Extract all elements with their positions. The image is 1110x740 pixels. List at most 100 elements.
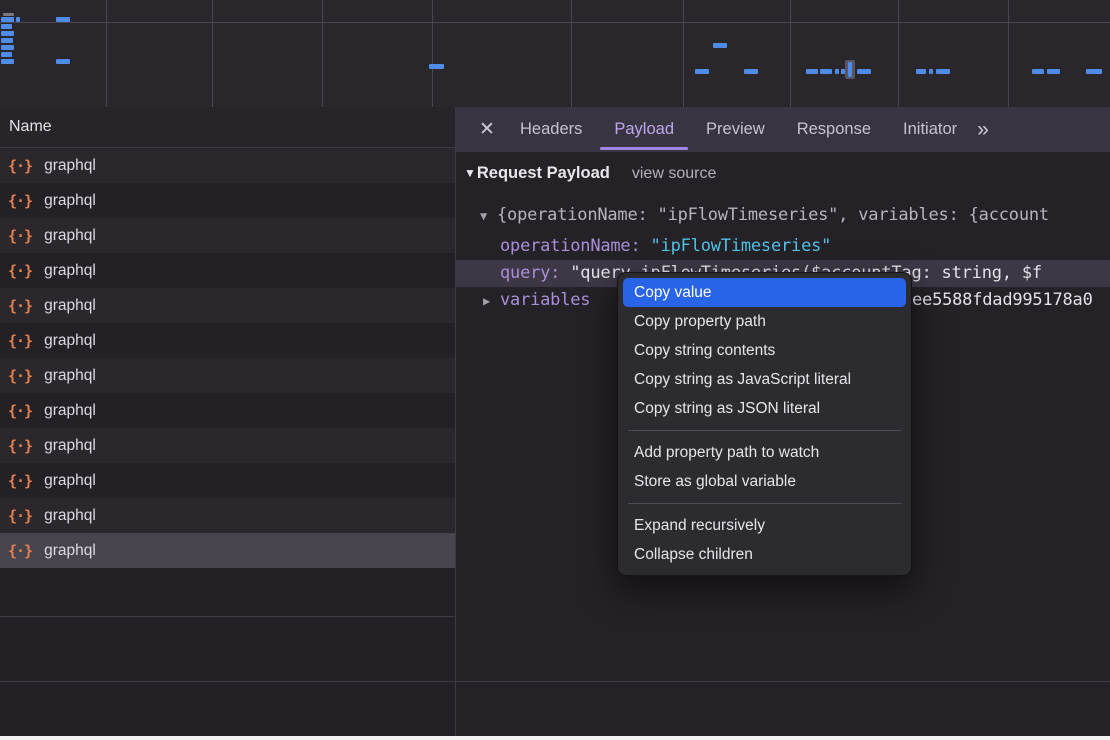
property-key: query: <box>500 263 560 283</box>
request-row[interactable]: {·} graphql <box>0 183 455 218</box>
request-row[interactable]: {·} graphql <box>0 148 455 183</box>
timeline-request-bar <box>1 38 13 43</box>
request-row[interactable]: {·} graphql <box>0 358 455 393</box>
tab-label: Preview <box>706 120 765 138</box>
json-resource-icon: {·} <box>8 507 32 525</box>
json-resource-icon: {·} <box>8 297 32 315</box>
section-collapse-icon[interactable]: ▼ <box>464 166 476 180</box>
timeline-request-bar <box>695 69 709 74</box>
devtools-network-panel: Name {·} graphql {·} graphql {·} graphql {·} gr… <box>0 0 1110 740</box>
menu-separator <box>628 430 901 431</box>
request-row[interactable]: {·} graphql <box>0 218 455 253</box>
menu-item-copy-value[interactable]: Copy value <box>623 278 906 307</box>
timeline-request-bar <box>929 69 933 74</box>
menu-item-copy-string-as-javascript-literal[interactable]: Copy string as JavaScript literal <box>618 365 911 394</box>
request-name: graphql <box>44 192 96 210</box>
menu-item-copy-string-contents[interactable]: Copy string contents <box>618 336 911 365</box>
timeline-request-bar <box>16 17 20 22</box>
variables-value-fragment: ee5588fdad995178a0 <box>912 287 1093 314</box>
payload-root-preview: {operationName: "ipFlowTimeseries", vari… <box>497 205 1049 225</box>
timeline-request-bar <box>916 69 926 74</box>
timeline-request-bar <box>3 13 14 16</box>
json-resource-icon: {·} <box>8 472 32 490</box>
tab-label: Response <box>797 120 871 138</box>
request-name: graphql <box>44 262 96 280</box>
tab-headers[interactable]: Headers <box>504 107 598 152</box>
request-name: graphql <box>44 472 96 490</box>
request-row[interactable]: {·} graphql <box>0 498 455 533</box>
payload-operation-name-row[interactable]: operationName: "ipFlowTimeseries" <box>456 233 1110 260</box>
request-row[interactable]: {·} graphql <box>0 463 455 498</box>
context-menu: Copy valueCopy property pathCopy string … <box>617 272 912 576</box>
timeline-gridline <box>106 0 107 107</box>
pane-divider[interactable] <box>455 682 456 736</box>
json-resource-icon: {·} <box>8 332 32 350</box>
request-name: graphql <box>44 542 96 560</box>
tab-payload[interactable]: Payload <box>598 107 690 152</box>
menu-item-collapse-children[interactable]: Collapse children <box>618 540 911 569</box>
timeline-gridline <box>898 0 899 107</box>
request-name: graphql <box>44 367 96 385</box>
menu-item-store-as-global-variable[interactable]: Store as global variable <box>618 467 911 496</box>
more-tabs-icon[interactable]: » <box>977 118 987 142</box>
tab-label: Initiator <box>903 120 957 138</box>
timeline-gridline <box>212 0 213 107</box>
timeline-request-bar <box>1 17 14 22</box>
json-resource-icon: {·} <box>8 542 32 560</box>
timeline-request-bar <box>1 59 14 64</box>
network-overview-timeline[interactable] <box>0 0 1110 107</box>
request-name: graphql <box>44 507 96 525</box>
timeline-request-bar <box>806 69 818 74</box>
active-tab-underline <box>600 147 688 150</box>
overview-selection-marker[interactable] <box>845 60 855 79</box>
request-name: graphql <box>44 402 96 420</box>
timeline-request-bar <box>713 43 727 48</box>
collapsed-caret-icon[interactable]: ▶ <box>483 288 500 314</box>
timeline-request-bar <box>1 31 14 36</box>
timeline-request-bar <box>1 24 12 29</box>
timeline-gridline <box>1008 0 1009 107</box>
request-name: graphql <box>44 227 96 245</box>
request-name: graphql <box>44 332 96 350</box>
timeline-request-bar <box>820 69 832 74</box>
json-resource-icon: {·} <box>8 402 32 420</box>
timeline-request-bar <box>835 69 839 74</box>
timeline-request-bar <box>429 64 444 69</box>
json-resource-icon: {·} <box>8 192 32 210</box>
timeline-request-bar <box>1047 69 1060 74</box>
menu-item-expand-recursively[interactable]: Expand recursively <box>618 511 911 540</box>
json-resource-icon: {·} <box>8 227 32 245</box>
window-edge <box>0 736 1110 740</box>
json-resource-icon: {·} <box>8 157 32 175</box>
tab-response[interactable]: Response <box>781 107 887 152</box>
payload-root-row[interactable]: ▼{operationName: "ipFlowTimeseries", var… <box>456 202 1110 229</box>
timeline-gridline <box>790 0 791 107</box>
tab-preview[interactable]: Preview <box>690 107 781 152</box>
json-resource-icon: {·} <box>8 367 32 385</box>
request-row[interactable]: {·} graphql <box>0 323 455 358</box>
expanded-caret-icon[interactable]: ▼ <box>480 203 497 229</box>
timeline-gridline <box>683 0 684 107</box>
property-key: variables <box>500 290 590 310</box>
timeline-request-bar <box>1 52 12 57</box>
close-icon[interactable]: ✕ <box>470 118 504 141</box>
timeline-request-bar <box>56 59 70 64</box>
request-name: graphql <box>44 157 96 175</box>
request-payload-section-header[interactable]: ▼Request Payload view source <box>464 164 716 183</box>
menu-item-copy-string-as-json-literal[interactable]: Copy string as JSON literal <box>618 394 911 423</box>
json-resource-icon: {·} <box>8 437 32 455</box>
request-row[interactable]: {·} graphql <box>0 393 455 428</box>
name-column-header[interactable]: Name <box>0 107 455 148</box>
tab-initiator[interactable]: Initiator <box>887 107 973 152</box>
request-row[interactable]: {·} graphql <box>0 533 455 568</box>
request-name: graphql <box>44 297 96 315</box>
menu-item-copy-property-path[interactable]: Copy property path <box>618 307 911 336</box>
menu-item-add-property-path-to-watch[interactable]: Add property path to watch <box>618 438 911 467</box>
timeline-request-bar <box>1086 69 1102 74</box>
request-row[interactable]: {·} graphql <box>0 288 455 323</box>
request-row[interactable]: {·}graphql <box>0 428 455 463</box>
overview-divider-line <box>0 22 1110 23</box>
view-source-toggle[interactable]: view source <box>632 165 716 182</box>
request-row[interactable]: {·}graphql <box>0 253 455 288</box>
section-title: Request Payload <box>477 164 610 182</box>
